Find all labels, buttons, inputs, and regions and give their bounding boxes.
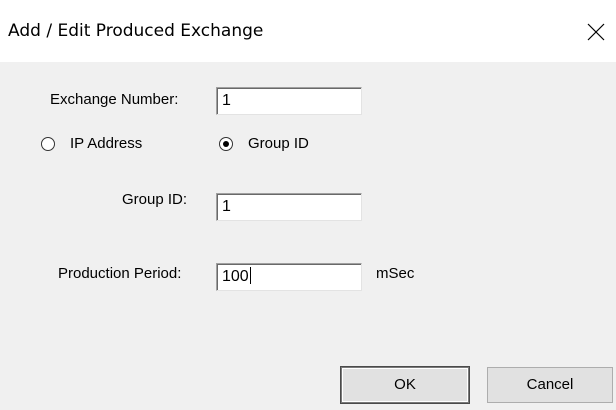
group-id-option-label: Group ID xyxy=(248,135,309,152)
exchange-number-input[interactable]: 1 xyxy=(216,87,362,115)
production-period-input[interactable]: 100 xyxy=(216,263,362,291)
window-title: Add / Edit Produced Exchange xyxy=(8,21,264,41)
radio-unselected-icon xyxy=(41,137,55,151)
exchange-number-value: 1 xyxy=(222,92,231,109)
ok-button[interactable]: OK xyxy=(341,367,469,403)
group-id-value: 1 xyxy=(222,198,231,215)
production-period-value: 100 xyxy=(222,268,249,285)
ip-address-label: IP Address xyxy=(70,135,143,152)
ip-address-radio[interactable]: IP Address xyxy=(40,135,200,157)
exchange-number-label: Exchange Number: xyxy=(50,91,179,108)
production-period-label: Production Period: xyxy=(58,265,182,282)
production-period-unit: mSec xyxy=(376,265,415,282)
radio-selected-icon xyxy=(219,137,233,151)
title-bar[interactable]: Add / Edit Produced Exchange xyxy=(0,0,616,62)
group-id-input[interactable]: 1 xyxy=(216,193,362,221)
group-id-radio[interactable]: Group ID xyxy=(218,135,358,157)
group-id-label: Group ID: xyxy=(122,191,188,208)
close-icon xyxy=(587,23,605,41)
close-button[interactable] xyxy=(580,16,612,48)
text-cursor xyxy=(249,267,251,284)
cancel-button[interactable]: Cancel xyxy=(487,367,613,403)
add-edit-produced-exchange-dialog: Add / Edit Produced Exchange Exchange Nu… xyxy=(0,0,616,410)
